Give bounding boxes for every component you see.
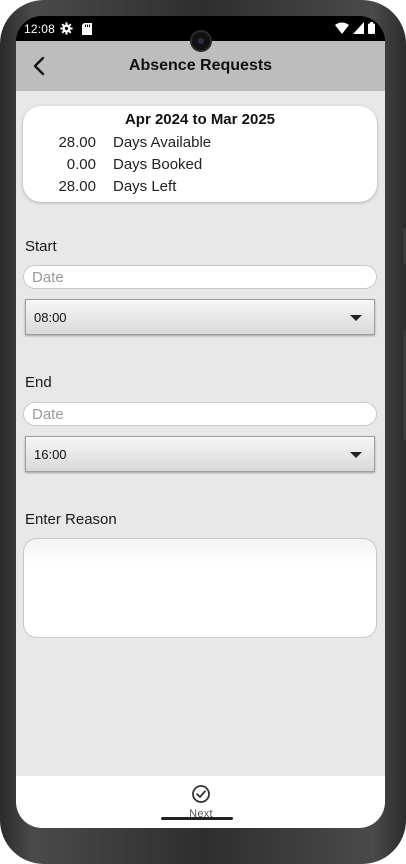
days-available-value: 28.00 [58,134,96,151]
end-time-value: 16:00 [34,447,67,462]
days-booked-label: Days Booked [113,156,203,173]
end-label: End [25,374,52,391]
status-time: 12:08 [24,22,56,36]
gear-icon [60,22,73,35]
check-circle-icon [192,785,210,803]
reason-textarea[interactable] [23,538,377,638]
days-available-label: Days Available [113,134,212,151]
front-camera [190,30,212,52]
start-date-input[interactable] [23,265,377,289]
cellular-signal-icon [353,22,364,34]
absence-request-form: Apr 2024 to Mar 2025 28.00 Days Availabl… [16,91,385,776]
caret-down-icon [350,452,362,458]
caret-down-icon [350,315,362,321]
sd-card-icon [82,23,92,35]
phone-frame: 12:08 Absence Requests Apr 2024 to Mar 2… [0,0,406,864]
allowance-period: Apr 2024 to Mar 2025 [124,111,276,128]
page-title: Absence Requests [128,57,273,74]
allowance-summary-card: Apr 2024 to Mar 2025 28.00 Days Availabl… [23,106,377,202]
start-time-dropdown[interactable]: 08:00 [25,299,375,335]
wifi-icon [335,22,349,34]
status-bar: 12:08 [16,16,385,52]
days-left-value: 28.00 [58,178,96,195]
reason-label: Enter Reason [25,511,117,528]
days-left-label: Days Left [113,178,177,195]
summary-row-available: 28.00 Days Available [23,134,377,154]
days-booked-value: 0.00 [66,156,96,173]
start-time-value: 08:00 [34,310,67,325]
phone-screen: 12:08 Absence Requests Apr 2024 to Mar 2… [16,16,385,828]
end-time-dropdown[interactable]: 16:00 [25,436,375,472]
summary-row-booked: 0.00 Days Booked [23,156,377,176]
start-label: Start [25,238,57,255]
bottom-action-bar: Next [16,776,385,828]
battery-icon [368,22,375,34]
home-indicator[interactable] [161,817,233,820]
end-date-input[interactable] [23,402,377,426]
status-icons [335,22,375,34]
summary-row-left: 28.00 Days Left [23,178,377,198]
